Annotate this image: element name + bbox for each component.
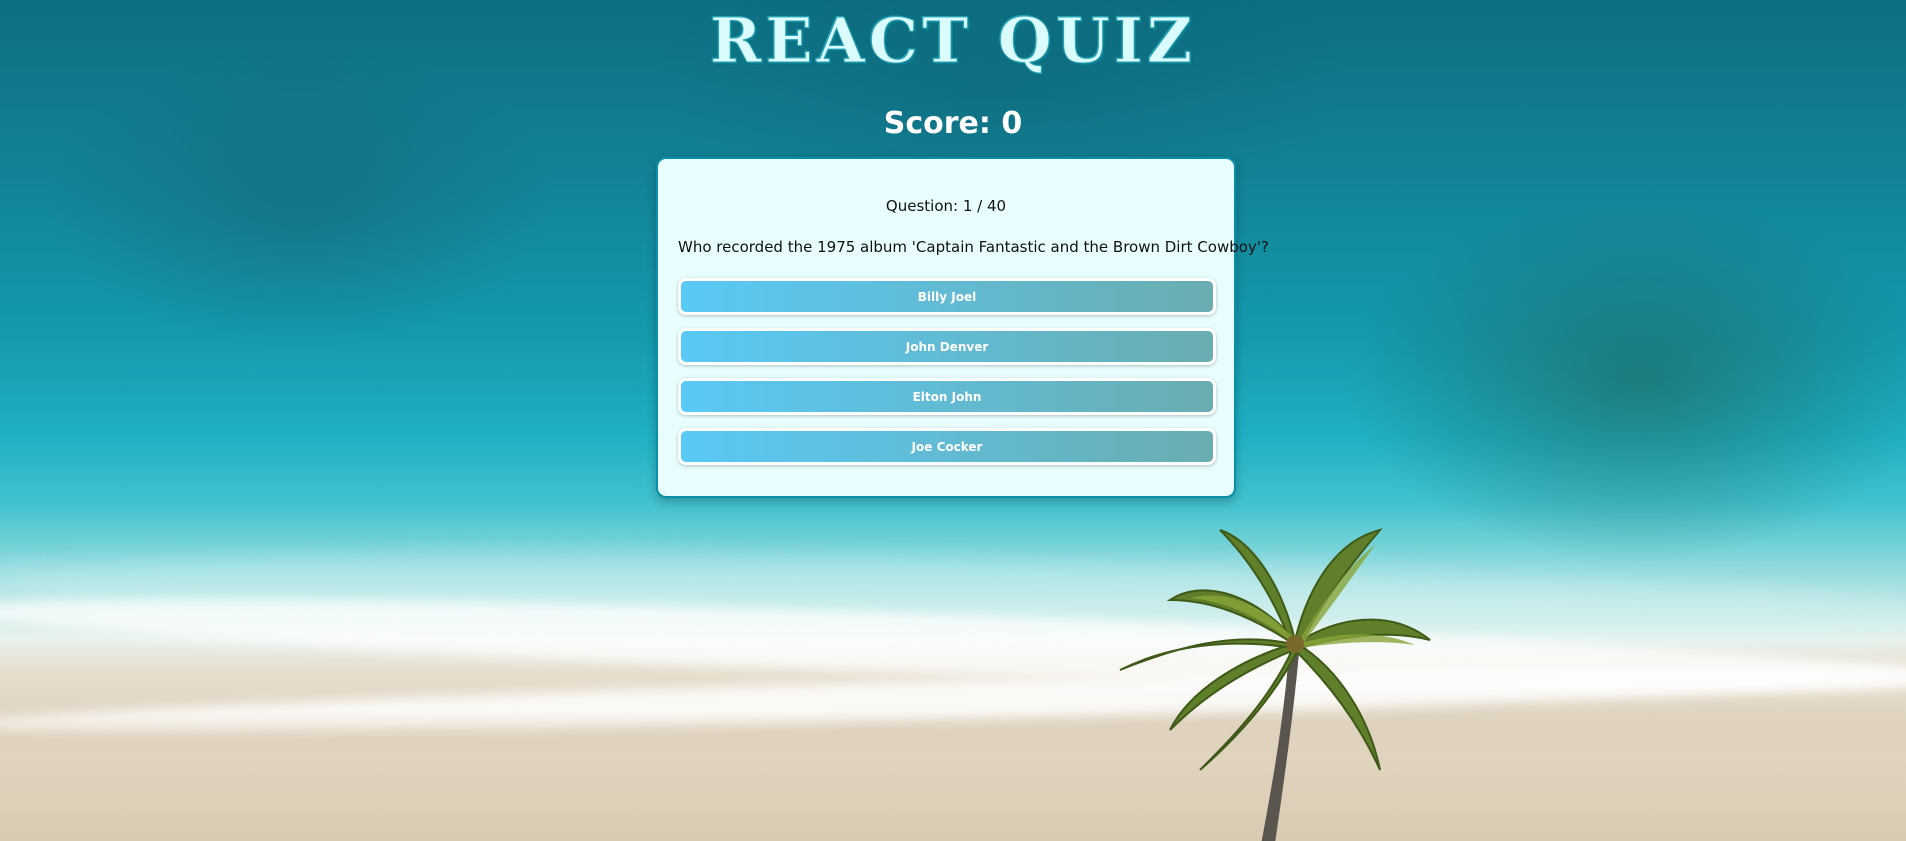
question-number: Question: 1 / 40 (885, 197, 1007, 215)
answer-button-elton-john[interactable]: Elton John (678, 378, 1216, 415)
question-card: Question: 1 / 40 Who recorded the 1975 a… (656, 157, 1269, 498)
question-text: Who recorded the 1975 album 'Captain Fan… (678, 238, 1269, 256)
answer-list: Billy Joel John Denver Elton John Joe Co… (678, 278, 1216, 465)
answer-button-john-denver[interactable]: John Denver (678, 328, 1216, 365)
answer-button-joe-cocker[interactable]: Joe Cocker (678, 428, 1216, 465)
score-display: Score: 0 (883, 106, 1023, 141)
app-title: REACT QUIZ (709, 4, 1197, 78)
palm-tree-icon (1119, 528, 1431, 841)
answer-button-billy-joel[interactable]: Billy Joel (678, 278, 1216, 315)
beach-sand (0, 711, 1906, 841)
